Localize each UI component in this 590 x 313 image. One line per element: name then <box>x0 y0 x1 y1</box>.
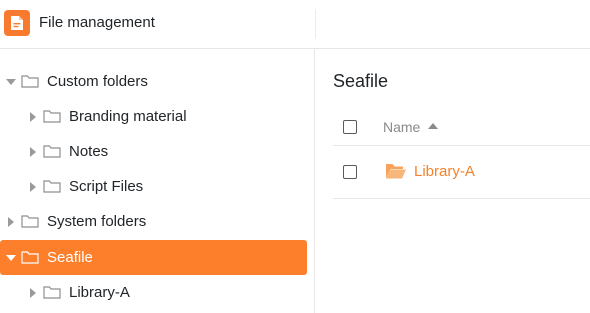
tree-item-label: Library-A <box>69 284 130 301</box>
tree-item-system-folders[interactable]: System folders <box>0 204 307 239</box>
folder-icon <box>21 215 39 228</box>
sort-ascending-icon[interactable] <box>428 123 438 129</box>
header-divider <box>315 9 316 39</box>
folder-open-icon <box>386 164 406 179</box>
folder-icon <box>21 251 39 264</box>
folder-icon <box>43 110 61 123</box>
folder-icon <box>43 180 61 193</box>
page-title: Seafile <box>333 71 389 91</box>
file-management-app: File management Custom folders Branding … <box>0 0 590 313</box>
table-header: Name <box>333 110 590 146</box>
caret-down-icon[interactable] <box>6 79 16 85</box>
tree-item-library-a[interactable]: Library-A <box>0 275 307 310</box>
main-panel: Seafile Name Library-A <box>316 49 590 313</box>
caret-right-icon[interactable] <box>8 217 14 227</box>
tree-item-label: Seafile <box>47 249 93 266</box>
table-row[interactable]: Library-A <box>333 146 590 199</box>
caret-right-icon[interactable] <box>30 112 36 122</box>
caret-right-icon[interactable] <box>30 182 36 192</box>
row-checkbox[interactable] <box>343 165 357 179</box>
caret-down-icon[interactable] <box>6 255 16 261</box>
tree-item-label: Script Files <box>69 178 144 195</box>
folder-tree: Custom folders Branding material Notes S… <box>0 49 315 313</box>
tree-item-branding-material[interactable]: Branding material <box>0 99 307 134</box>
folder-icon <box>21 75 39 88</box>
folder-icon <box>43 145 61 158</box>
app-header: File management <box>0 0 590 49</box>
app-logo-icon <box>4 10 30 36</box>
tree-item-label: Notes <box>69 143 109 160</box>
select-all-checkbox[interactable] <box>343 120 357 134</box>
caret-right-icon[interactable] <box>30 147 36 157</box>
tree-item-script-files[interactable]: Script Files <box>0 169 307 204</box>
app-title: File management <box>39 14 155 31</box>
tree-item-label: Branding material <box>69 108 187 125</box>
tree-item-notes[interactable]: Notes <box>0 134 307 169</box>
tree-item-label: Custom folders <box>47 73 148 90</box>
caret-right-icon[interactable] <box>30 288 36 298</box>
folder-icon <box>43 286 61 299</box>
file-name-link[interactable]: Library-A <box>414 163 475 180</box>
name-column-header[interactable]: Name <box>383 119 420 135</box>
tree-item-custom-folders[interactable]: Custom folders <box>0 64 307 99</box>
tree-item-label: System folders <box>47 213 147 230</box>
tree-item-seafile[interactable]: Seafile <box>0 240 307 275</box>
